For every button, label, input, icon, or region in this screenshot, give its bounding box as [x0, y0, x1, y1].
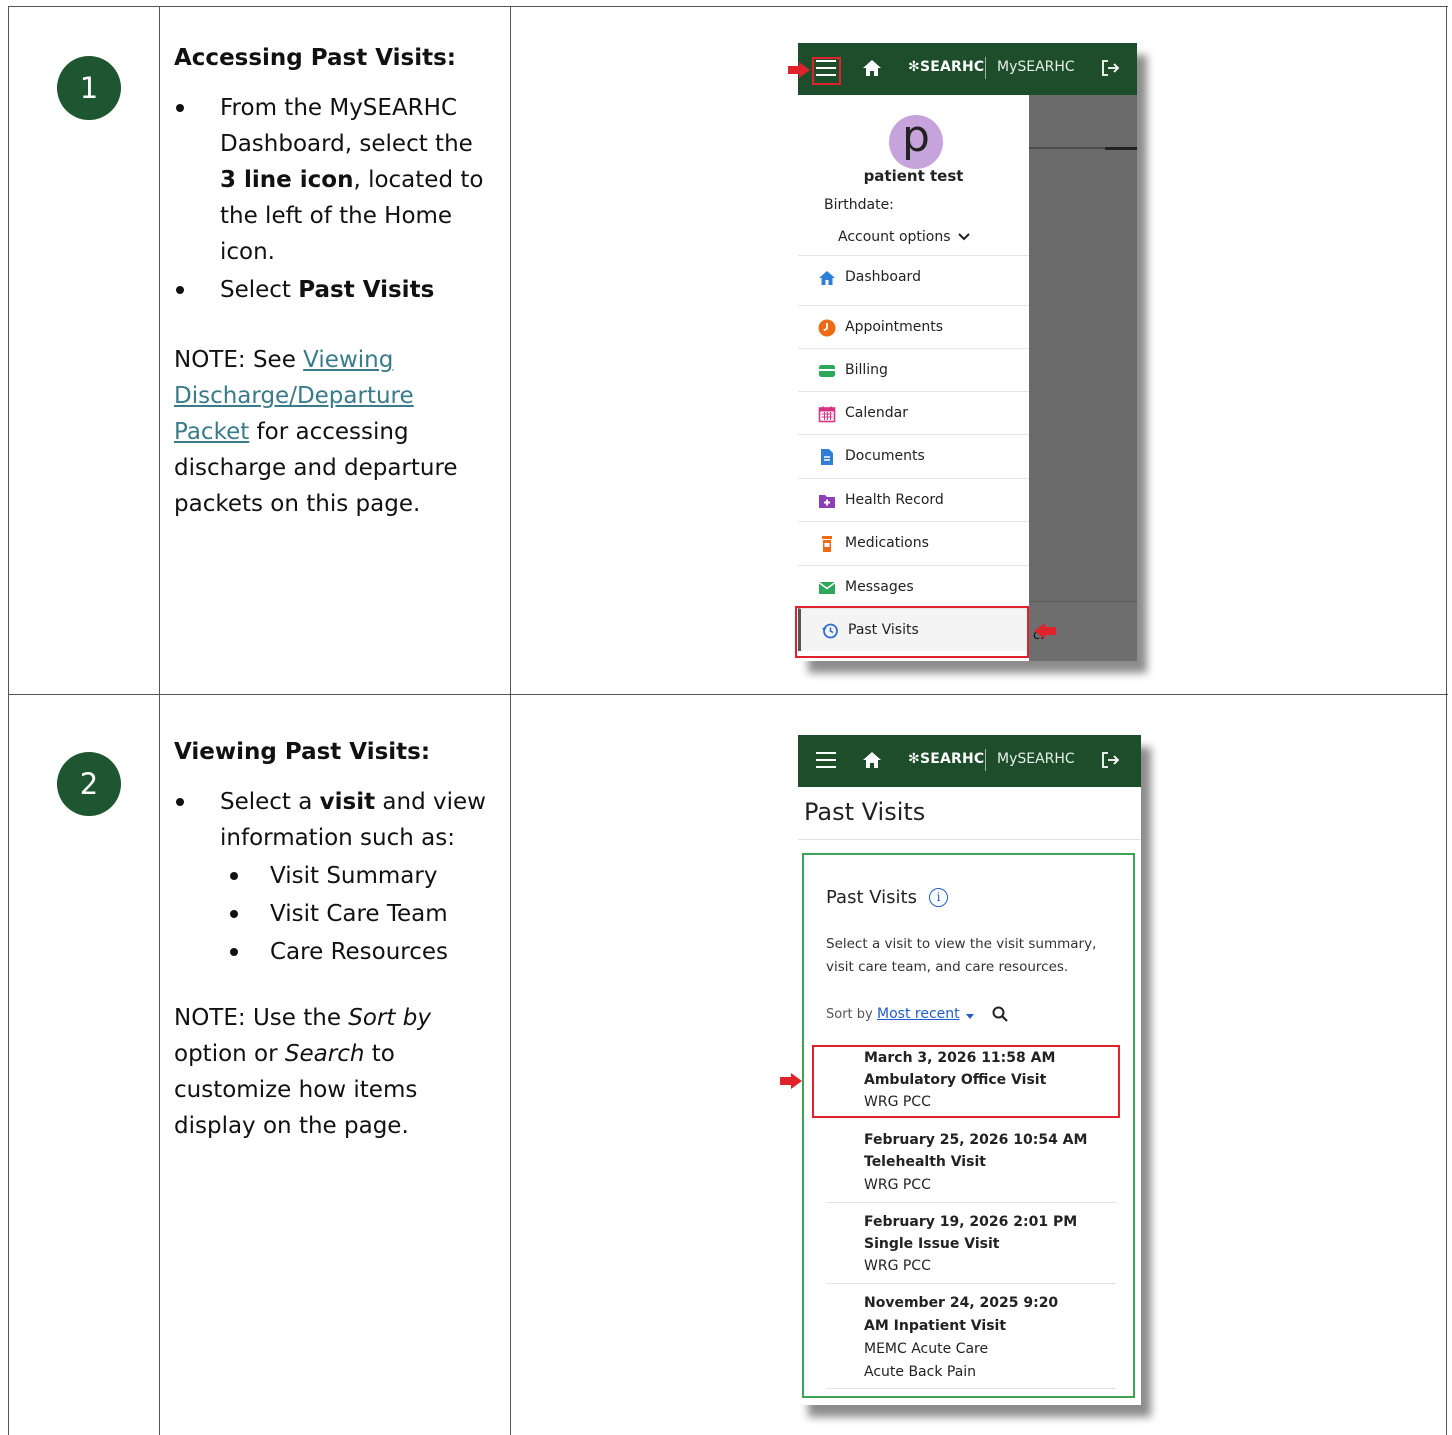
home-icon	[819, 271, 835, 285]
step-2-note: NOTE: Use the Sort by option or Search t…	[174, 1005, 431, 1139]
home-icon[interactable]	[862, 750, 882, 770]
menu-item-appointments[interactable]: Appointments	[798, 305, 1029, 348]
list-item[interactable]: November 24, 2025 9:20 AM Inpatient Visi…	[826, 1293, 1116, 1393]
menu-item-calendar[interactable]: Calendar	[798, 391, 1029, 434]
menu-item-documents[interactable]: Documents	[798, 434, 1029, 477]
app-name: MySEARHC	[997, 751, 1075, 767]
searhc-logo: ✻SEARHC	[908, 751, 985, 767]
health-record-icon	[819, 495, 835, 508]
search-icon[interactable]	[991, 1005, 1009, 1023]
sub-bullet: Care Resources	[174, 934, 494, 970]
envelope-icon	[818, 581, 836, 594]
step-2-bullet-1: Select a visit and view information such…	[174, 784, 494, 856]
menu-item-dashboard[interactable]: Dashboard	[798, 255, 1029, 298]
birthdate-label: Birthdate:	[824, 197, 894, 213]
app-name: MySEARHC	[997, 59, 1075, 75]
sub-bullet: Visit Care Team	[174, 896, 494, 932]
step-1-note: NOTE: See Viewing Discharge/Departure Pa…	[174, 347, 458, 517]
table-border-top	[8, 6, 1448, 7]
table-column-divider-2	[510, 6, 511, 1435]
past-visits-highlight	[795, 606, 1029, 658]
sub-bullet: Visit Summary	[174, 858, 494, 894]
app-header: ✻SEARHC MySEARHC	[798, 735, 1141, 787]
wallet-icon	[819, 365, 835, 377]
clock-icon	[818, 319, 836, 337]
caret-down-icon	[966, 1014, 974, 1019]
pointer-arrow-icon	[1034, 623, 1056, 639]
step-1-bullet-2: Select Past Visits	[174, 272, 494, 308]
menu-item-messages[interactable]: Messages	[798, 565, 1029, 608]
step-2-bullets: Select a visit and view information such…	[174, 784, 494, 856]
home-icon[interactable]	[862, 58, 882, 78]
menu-item-billing[interactable]: Billing	[798, 348, 1029, 391]
sort-dropdown[interactable]: Most recent	[877, 1006, 960, 1022]
sort-by-label: Sort by	[826, 1007, 873, 1022]
hamburger-menu-icon[interactable]	[816, 752, 836, 768]
app-header: ✻SEARHC MySEARHC	[798, 43, 1137, 95]
step-2-sub-bullets: Visit Summary Visit Care Team Care Resou…	[174, 858, 494, 970]
hamburger-highlight	[812, 57, 841, 85]
navigation-menu: p patient test Birthdate: Account option…	[798, 95, 1029, 661]
calendar-icon	[818, 406, 836, 423]
table-border-left	[8, 6, 9, 1435]
step-1-title: Accessing Past Visits:	[174, 45, 456, 71]
step-1-instructions: Accessing Past Visits: From the MySEARHC…	[174, 40, 494, 522]
avatar: p	[889, 115, 943, 169]
table-column-divider-1	[159, 6, 160, 1435]
patient-name: patient test	[863, 167, 964, 185]
step-1-bullets: From the MySEARHC Dashboard, select the …	[174, 90, 494, 308]
logout-icon[interactable]	[1100, 750, 1120, 770]
section-description: Select a visit to view the visit summary…	[826, 936, 1097, 975]
menu-item-medications[interactable]: Medications	[798, 521, 1029, 564]
step-2-title: Viewing Past Visits:	[174, 739, 431, 765]
logout-icon[interactable]	[1100, 58, 1120, 78]
account-options-dropdown[interactable]: Account options	[838, 229, 970, 245]
table-border-right	[1446, 6, 1447, 1435]
menu-screenshot: c. p patient test Birthdate: Account opt…	[798, 43, 1137, 661]
section-title: Past Visits	[826, 887, 917, 908]
step-badge-1: 1	[57, 56, 121, 120]
pointer-arrow-icon	[788, 62, 810, 78]
list-item[interactable]: February 19, 2026 2:01 PM Single Issue V…	[826, 1212, 1116, 1284]
pointer-arrow-icon	[780, 1073, 802, 1089]
list-item[interactable]: February 25, 2026 10:54 AM Telehealth Vi…	[826, 1130, 1116, 1203]
info-icon[interactable]: i	[929, 888, 948, 907]
dimmed-page-overlay: c.	[1029, 95, 1137, 661]
step-2-instructions: Viewing Past Visits: Select a visit and …	[174, 734, 494, 1144]
table-row-divider	[8, 694, 1448, 695]
document-icon	[821, 449, 833, 465]
page-title: Past Visits	[804, 798, 926, 826]
step-badge-2: 2	[57, 752, 121, 816]
pill-bottle-icon	[822, 536, 832, 552]
step-1-bullet-1: From the MySEARHC Dashboard, select the …	[174, 90, 494, 270]
searhc-logo: ✻SEARHC	[908, 59, 985, 75]
chevron-down-icon	[958, 233, 970, 241]
first-visit-highlight	[812, 1045, 1120, 1118]
menu-item-health-record[interactable]: Health Record	[798, 478, 1029, 521]
